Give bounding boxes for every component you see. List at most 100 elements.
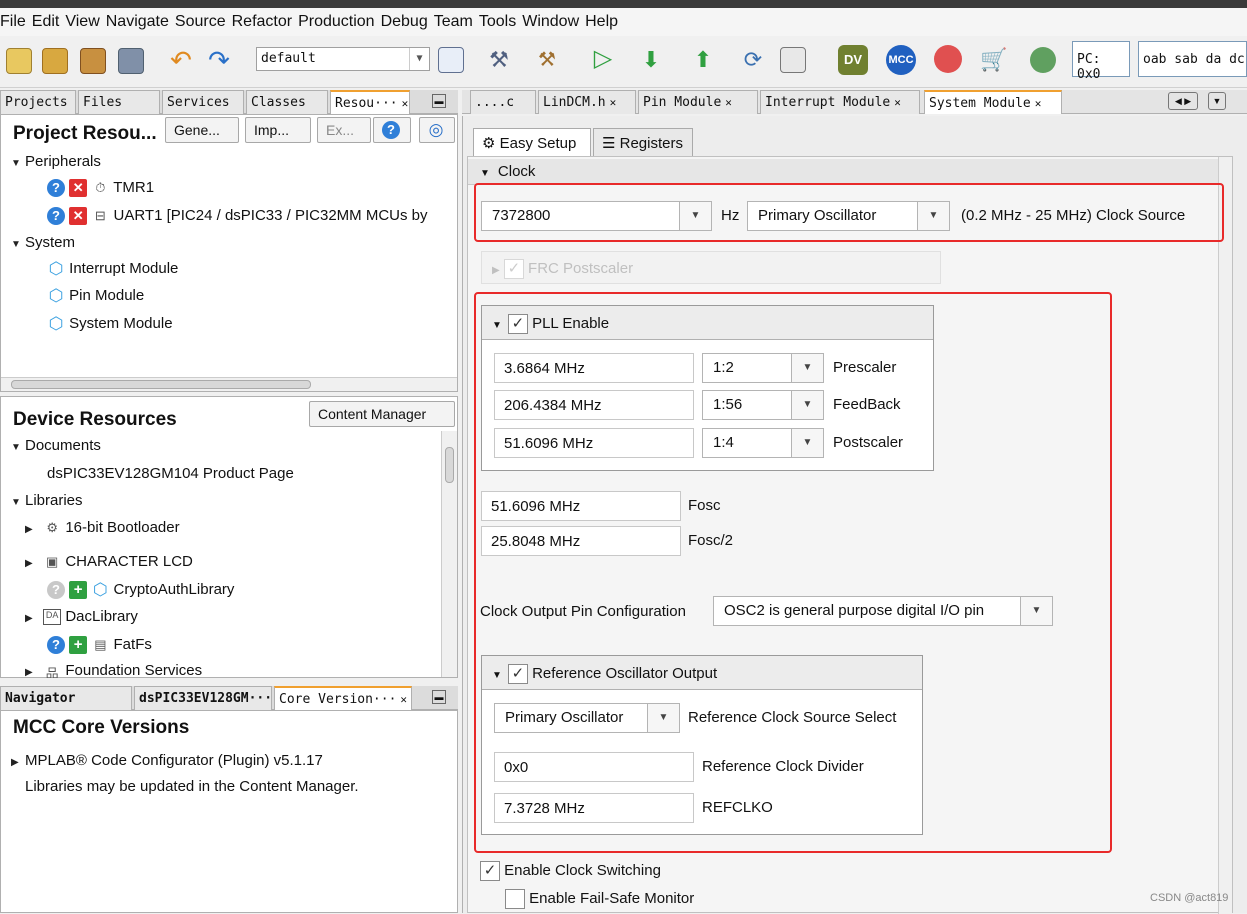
tab-classes[interactable]: Classes — [246, 90, 328, 114]
minimize-icon[interactable]: ▬ — [432, 690, 446, 704]
tree-item-foundation[interactable]: ▶ 品 Foundation Services — [25, 662, 202, 678]
close-icon[interactable]: ✕ — [894, 96, 901, 109]
tree-item-fatfs[interactable]: ? + ▤ FatFs — [47, 636, 152, 655]
expand-icon[interactable]: ▶ — [25, 667, 39, 678]
tree-item-system-module[interactable]: ⬡ System Module — [47, 315, 173, 332]
menu-view[interactable]: View — [65, 13, 103, 31]
add-icon[interactable]: + — [69, 636, 88, 655]
close-icon[interactable]: ✕ — [610, 96, 617, 109]
web-button[interactable]: ◎ — [419, 117, 455, 143]
cart-icon[interactable]: 🛒 — [980, 47, 1007, 73]
menu-tools[interactable]: Tools — [479, 13, 520, 31]
tab-lindcm[interactable]: LinDCM.h ✕ — [538, 90, 636, 114]
tree-item-pin-module[interactable]: ⬡ Pin Module — [47, 287, 145, 304]
download-icon[interactable]: ⬇ — [638, 47, 664, 73]
remove-icon[interactable]: ✕ — [69, 207, 88, 226]
expand-icon[interactable]: ▼ — [11, 158, 25, 169]
menu-file[interactable]: File — [0, 13, 30, 31]
tab-files[interactable]: Files — [78, 90, 160, 114]
scroll-thumb[interactable] — [445, 447, 454, 483]
generate-button[interactable]: Gene... — [165, 117, 239, 143]
tree-item-interrupt-module[interactable]: ⬡ Interrupt Module — [47, 260, 179, 277]
export-button[interactable]: Ex... — [317, 117, 371, 143]
build-hammer-icon[interactable]: ⚒ — [486, 47, 512, 73]
expand-icon[interactable]: ▶ — [25, 524, 39, 535]
menu-refactor[interactable]: Refactor — [232, 13, 296, 31]
add-icon[interactable]: + — [69, 581, 88, 600]
clock-switching-checkbox[interactable]: ✓ — [480, 861, 500, 881]
close-icon[interactable]: ✕ — [400, 693, 407, 706]
tab-resources[interactable]: Resou··· ✕ — [330, 90, 410, 114]
expand-icon[interactable]: ▼ — [11, 497, 25, 508]
source-icon[interactable] — [438, 47, 464, 73]
vertical-scrollbar[interactable] — [441, 431, 457, 677]
help-icon[interactable]: ? — [47, 636, 65, 655]
tree-peripherals[interactable]: ▼ Peripherals — [11, 153, 101, 170]
tree-item-uart1[interactable]: ? ✕ ⊟ UART1 [PIC24 / dsPIC33 / PIC32MM M… — [47, 207, 459, 226]
expand-icon[interactable]: ▼ — [11, 442, 25, 453]
redo-icon[interactable]: ↷ — [206, 47, 232, 74]
tab-c-file[interactable]: ....c — [470, 90, 536, 114]
configuration-select[interactable]: default ▼ — [256, 47, 430, 71]
tree-documents[interactable]: ▼ Documents — [11, 437, 101, 454]
expand-icon[interactable]: ▶ — [25, 613, 39, 624]
enable-failsafe[interactable]: Enable Fail-Safe Monitor — [505, 889, 694, 913]
vertical-scrollbar[interactable] — [1218, 157, 1232, 914]
run-icon[interactable]: ▷ — [590, 47, 616, 73]
tab-list-icon[interactable]: ▼ — [1208, 92, 1226, 110]
minimize-icon[interactable]: ▬ — [432, 94, 446, 108]
tab-services[interactable]: Services — [162, 90, 244, 114]
expand-icon[interactable]: ▼ — [11, 239, 25, 250]
tab-easy-setup[interactable]: ⚙ Easy Setup — [473, 128, 591, 156]
tab-projects[interactable]: Projects — [0, 90, 76, 114]
upload-icon[interactable]: ⬆ — [690, 47, 716, 73]
scroll-thumb[interactable] — [11, 380, 311, 389]
close-icon[interactable]: ✕ — [402, 97, 409, 110]
menu-window[interactable]: Window — [522, 13, 583, 31]
enable-clock-switching[interactable]: ✓ Enable Clock Switching — [480, 861, 661, 881]
help-button[interactable]: ? — [373, 117, 411, 143]
tree-item-tmr1[interactable]: ? ✕ ⏱ TMR1 — [47, 179, 154, 198]
close-icon[interactable]: ✕ — [725, 96, 732, 109]
menu-source[interactable]: Source — [175, 13, 230, 31]
horizontal-scrollbar[interactable] — [1, 377, 457, 391]
menu-navigate[interactable]: Navigate — [106, 13, 173, 31]
tab-core-version[interactable]: Core Version··· ✕ — [274, 686, 412, 710]
tab-navigator[interactable]: Navigator — [0, 686, 132, 710]
collapse-icon[interactable]: ▼ — [480, 168, 490, 179]
help-icon[interactable]: ? — [47, 581, 65, 600]
clock-section-header[interactable]: ▼ Clock — [468, 159, 1232, 185]
tab-system-module[interactable]: System Module ✕ — [924, 90, 1062, 114]
tree-system[interactable]: ▼ System — [11, 234, 75, 251]
tree-item-bootloader[interactable]: ▶ ⚙ 16-bit Bootloader — [25, 519, 180, 536]
dv-icon[interactable]: DV — [838, 45, 868, 75]
tree-item-character-lcd[interactable]: ▶ ▣ CHARACTER LCD — [25, 553, 193, 570]
import-button[interactable]: Imp... — [245, 117, 311, 143]
menu-help[interactable]: Help — [585, 13, 622, 31]
scroll-tabs-icon[interactable]: ◀ ▶ — [1168, 92, 1198, 110]
tree-libraries[interactable]: ▼ Libraries — [11, 492, 83, 509]
tree-item-product-page[interactable]: dsPIC33EV128GM104 Product Page — [47, 465, 294, 482]
open-project-icon[interactable] — [80, 48, 106, 74]
tab-registers[interactable]: ☰ Registers — [593, 128, 693, 156]
tab-device[interactable]: dsPIC33EV128GM··· — [134, 686, 272, 710]
io-view-icon[interactable] — [780, 47, 806, 73]
menu-debug[interactable]: Debug — [381, 13, 432, 31]
tree-item-daclibrary[interactable]: ▶ DA DacLibrary — [25, 608, 138, 626]
tree-item-mcc-plugin[interactable]: ▶ MPLAB® Code Configurator (Plugin) v5.1.… — [11, 752, 323, 769]
help-icon[interactable]: ? — [47, 179, 65, 198]
reset-icon[interactable]: ⟳ — [740, 47, 766, 73]
remove-icon[interactable]: ✕ — [69, 179, 88, 198]
tab-interrupt-module[interactable]: Interrupt Module ✕ — [760, 90, 920, 114]
clean-build-icon[interactable]: ⚒ — [534, 47, 560, 73]
globe-icon[interactable] — [1030, 47, 1056, 73]
failsafe-checkbox[interactable] — [505, 889, 525, 909]
help-icon[interactable]: ? — [47, 207, 65, 226]
tab-pin-module[interactable]: Pin Module ✕ — [638, 90, 758, 114]
close-icon[interactable]: ✕ — [1035, 97, 1042, 110]
content-manager-button[interactable]: Content Manager — [309, 401, 455, 427]
mcc-icon[interactable]: MCC — [886, 45, 916, 75]
undo-icon[interactable]: ↶ — [168, 47, 194, 74]
new-project-icon[interactable] — [42, 48, 68, 74]
expand-icon[interactable]: ▶ — [11, 757, 25, 768]
